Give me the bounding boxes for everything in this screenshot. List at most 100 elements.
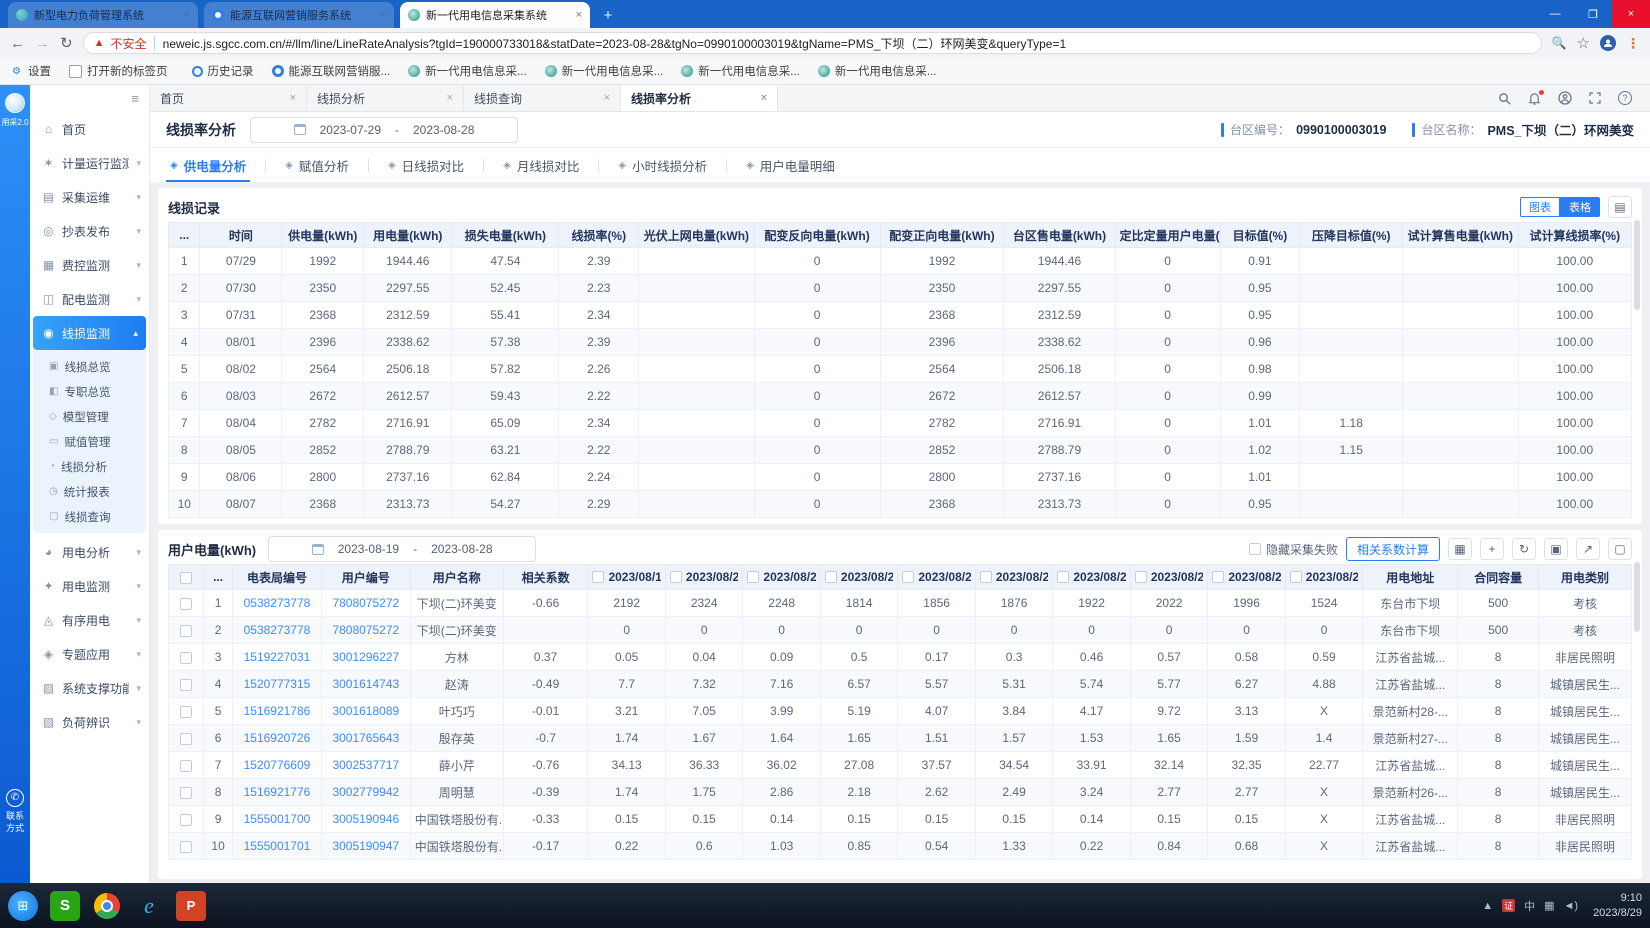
subtab-monthly-loss-compare[interactable]: ◈月线损对比 <box>499 148 583 182</box>
sidebar-item-collection-ops[interactable]: ▤采集运维▾ <box>30 180 149 214</box>
sidebar-item-orderly-usage[interactable]: ◬有序用电▾ <box>30 603 149 637</box>
refresh-icon[interactable]: ↻ <box>60 34 73 52</box>
checkbox[interactable] <box>180 572 192 584</box>
cell-link[interactable]: 7808075272 <box>321 617 410 644</box>
new-tab-button[interactable]: + <box>596 4 620 26</box>
table-row[interactable]: 808/0528522788.7963.212.22028522788.7901… <box>169 437 1632 464</box>
cell-link[interactable]: 1555001700 <box>233 806 322 833</box>
bookmark-settings[interactable]: ⚙设置 <box>10 63 51 79</box>
checkbox[interactable] <box>980 571 992 583</box>
workspace-tab-loss-analysis[interactable]: 线损分析× <box>307 85 464 111</box>
vertical-scrollbar[interactable] <box>1634 562 1640 632</box>
table-row[interactable]: 915550017003005190946中国铁塔股份有...-0.330.15… <box>169 806 1632 833</box>
checkbox[interactable] <box>180 598 192 610</box>
table-row[interactable]: 1015550017013005190947中国铁塔股份有...-0.170.2… <box>169 833 1632 860</box>
cell-link[interactable]: 1516920726 <box>233 725 322 752</box>
chart-view-button[interactable]: 图表 <box>1520 197 1560 217</box>
help-icon[interactable]: ? <box>1618 91 1632 105</box>
table-row[interactable]: 815169217763002779942周明慧-0.391.741.752.8… <box>169 779 1632 806</box>
table-row[interactable]: 708/0427822716.9165.092.34027822716.9101… <box>169 410 1632 437</box>
table-row[interactable]: 107/2919921944.4647.542.39019921944.4600… <box>169 248 1632 275</box>
cell-link[interactable]: 7808075272 <box>321 590 410 617</box>
checkbox[interactable] <box>180 733 192 745</box>
checkbox[interactable] <box>1135 571 1147 583</box>
table-row[interactable]: 908/0628002737.1662.842.24028002737.1601… <box>169 464 1632 491</box>
tab-close-icon[interactable]: × <box>576 9 582 21</box>
cell-link[interactable]: 3005190946 <box>321 806 410 833</box>
zoom-icon[interactable]: 🔍 <box>1552 36 1567 50</box>
cell-link[interactable]: 0538273778 <box>233 617 322 644</box>
sidebar-collapse-icon[interactable]: ≡ <box>131 91 139 106</box>
tab-close-icon[interactable]: × <box>290 92 296 104</box>
browser-tab-2[interactable]: 能源互联网营销服务系统 × <box>204 2 394 28</box>
bookmark-eic-4[interactable]: 新一代用电信息采... <box>818 63 937 79</box>
workspace-tab-loss-query[interactable]: 线损查询× <box>464 85 621 111</box>
submenu-item-report[interactable]: ◷统计报表 <box>33 479 146 504</box>
sidebar-item-special-apps[interactable]: ◈专题应用▾ <box>30 637 149 671</box>
input-method-icon[interactable]: 中 <box>1524 898 1535 914</box>
start-button[interactable]: ⊞ <box>8 891 38 921</box>
checkbox[interactable] <box>1212 571 1224 583</box>
date-start[interactable]: 2023-08-19 <box>338 542 399 556</box>
subtab-assignment-analysis[interactable]: ◈赋值分析 <box>281 148 353 182</box>
add-icon[interactable]: + <box>1480 538 1504 560</box>
table-row[interactable]: 315192270313001296227方林0.370.050.040.090… <box>169 644 1632 671</box>
sidebar-item-metering-monitor[interactable]: ✶计量运行监测▾ <box>30 146 149 180</box>
checkbox[interactable] <box>670 571 682 583</box>
subtab-daily-loss-compare[interactable]: ◈日线损对比 <box>384 148 468 182</box>
table-row[interactable]: 207/3023502297.5552.452.23023502297.5500… <box>169 275 1632 302</box>
bell-icon[interactable] <box>1528 92 1541 105</box>
powerpoint-icon[interactable]: P <box>176 891 206 921</box>
bookmark-history[interactable]: 历史记录 <box>186 63 254 79</box>
checkbox[interactable] <box>180 841 192 853</box>
checkbox[interactable] <box>747 571 759 583</box>
network-icon[interactable]: ▦ <box>1544 899 1554 912</box>
checkbox[interactable] <box>1057 571 1069 583</box>
table-row[interactable]: 1008/0723682313.7354.272.29023682313.730… <box>169 491 1632 518</box>
subtab-supply-analysis[interactable]: ◈供电量分析 <box>166 148 250 182</box>
table-row[interactable]: 515169217863001618089叶巧巧-0.013.217.053.9… <box>169 698 1632 725</box>
bookmark-eic-2[interactable]: 新一代用电信息采... <box>545 63 664 79</box>
tray-expand-icon[interactable]: ▲ <box>1482 900 1493 912</box>
subtab-hourly-loss-analysis[interactable]: ◈小时线损分析 <box>614 148 711 182</box>
cell-link[interactable]: 3001296227 <box>321 644 410 671</box>
correlation-calc-button[interactable]: 相关系数计算 <box>1346 537 1440 561</box>
submenu-item-query[interactable]: ▢线损查询 <box>33 504 146 529</box>
table-row[interactable]: 415207773153001614743赵涛-0.497.77.327.166… <box>169 671 1632 698</box>
refresh-icon[interactable]: ↻ <box>1512 538 1536 560</box>
table-view-button[interactable]: 表格 <box>1560 197 1600 217</box>
browser-tab-3-active[interactable]: 新一代用电信息采集系统 × <box>400 2 590 28</box>
checkbox[interactable] <box>1249 543 1261 555</box>
sidebar-item-fee-control[interactable]: ▦费控监测▾ <box>30 248 149 282</box>
checkbox[interactable] <box>180 625 192 637</box>
hide-failed-checkbox-label[interactable]: 隐藏采集失败 <box>1249 541 1338 558</box>
sidebar-item-line-loss-monitor[interactable]: ◉线损监测▴ <box>33 316 146 350</box>
sidebar-item-load-identify[interactable]: ▧负荷辨识▾ <box>30 705 149 739</box>
submenu-item-overview[interactable]: ▣线损总览 <box>33 354 146 379</box>
table-row[interactable]: 715207766093002537717薛小芹-0.7634.1336.333… <box>169 752 1632 779</box>
workspace-tab-loss-rate-analysis[interactable]: 线损率分析× <box>621 85 778 111</box>
table-row[interactable]: 615169207263001765643殷存英-0.71.741.671.64… <box>169 725 1632 752</box>
sidebar-item-system-support[interactable]: ▨系统支撑功能▾ <box>30 671 149 705</box>
tab-close-icon[interactable]: × <box>447 92 453 104</box>
export-icon[interactable]: ↗ <box>1576 538 1600 560</box>
fullscreen-icon[interactable]: ▢ <box>1608 538 1632 560</box>
clock[interactable]: 9:10 2023/8/29 <box>1593 891 1642 921</box>
table-row[interactable]: 105382737787808075272下坝(二)环美变-0.66219223… <box>169 590 1632 617</box>
checkbox[interactable] <box>825 571 837 583</box>
chrome-icon[interactable] <box>92 891 122 921</box>
sidebar-item-home[interactable]: ⌂首页 <box>30 112 149 146</box>
bookmark-star-icon[interactable]: ☆ <box>1577 34 1590 52</box>
tab-close-icon[interactable]: × <box>761 92 767 104</box>
back-icon[interactable]: ← <box>10 35 25 52</box>
browser-tab-1[interactable]: 新型电力负荷管理系统 × <box>8 2 198 28</box>
submenu-item-assignment[interactable]: ▭赋值管理 <box>33 429 146 454</box>
column-settings-icon[interactable]: ▦ <box>1448 538 1472 560</box>
table-row[interactable]: 205382737787808075272下坝(二)环美变0000000000东… <box>169 617 1632 644</box>
volume-icon[interactable]: ◄) <box>1564 900 1579 912</box>
checkbox[interactable] <box>902 571 914 583</box>
maximize-button[interactable]: ❐ <box>1574 0 1612 28</box>
vertical-scrollbar[interactable] <box>1634 220 1640 310</box>
tray-app-icon[interactable]: 证 <box>1502 899 1515 912</box>
submenu-item-model[interactable]: ◇模型管理 <box>33 404 146 429</box>
